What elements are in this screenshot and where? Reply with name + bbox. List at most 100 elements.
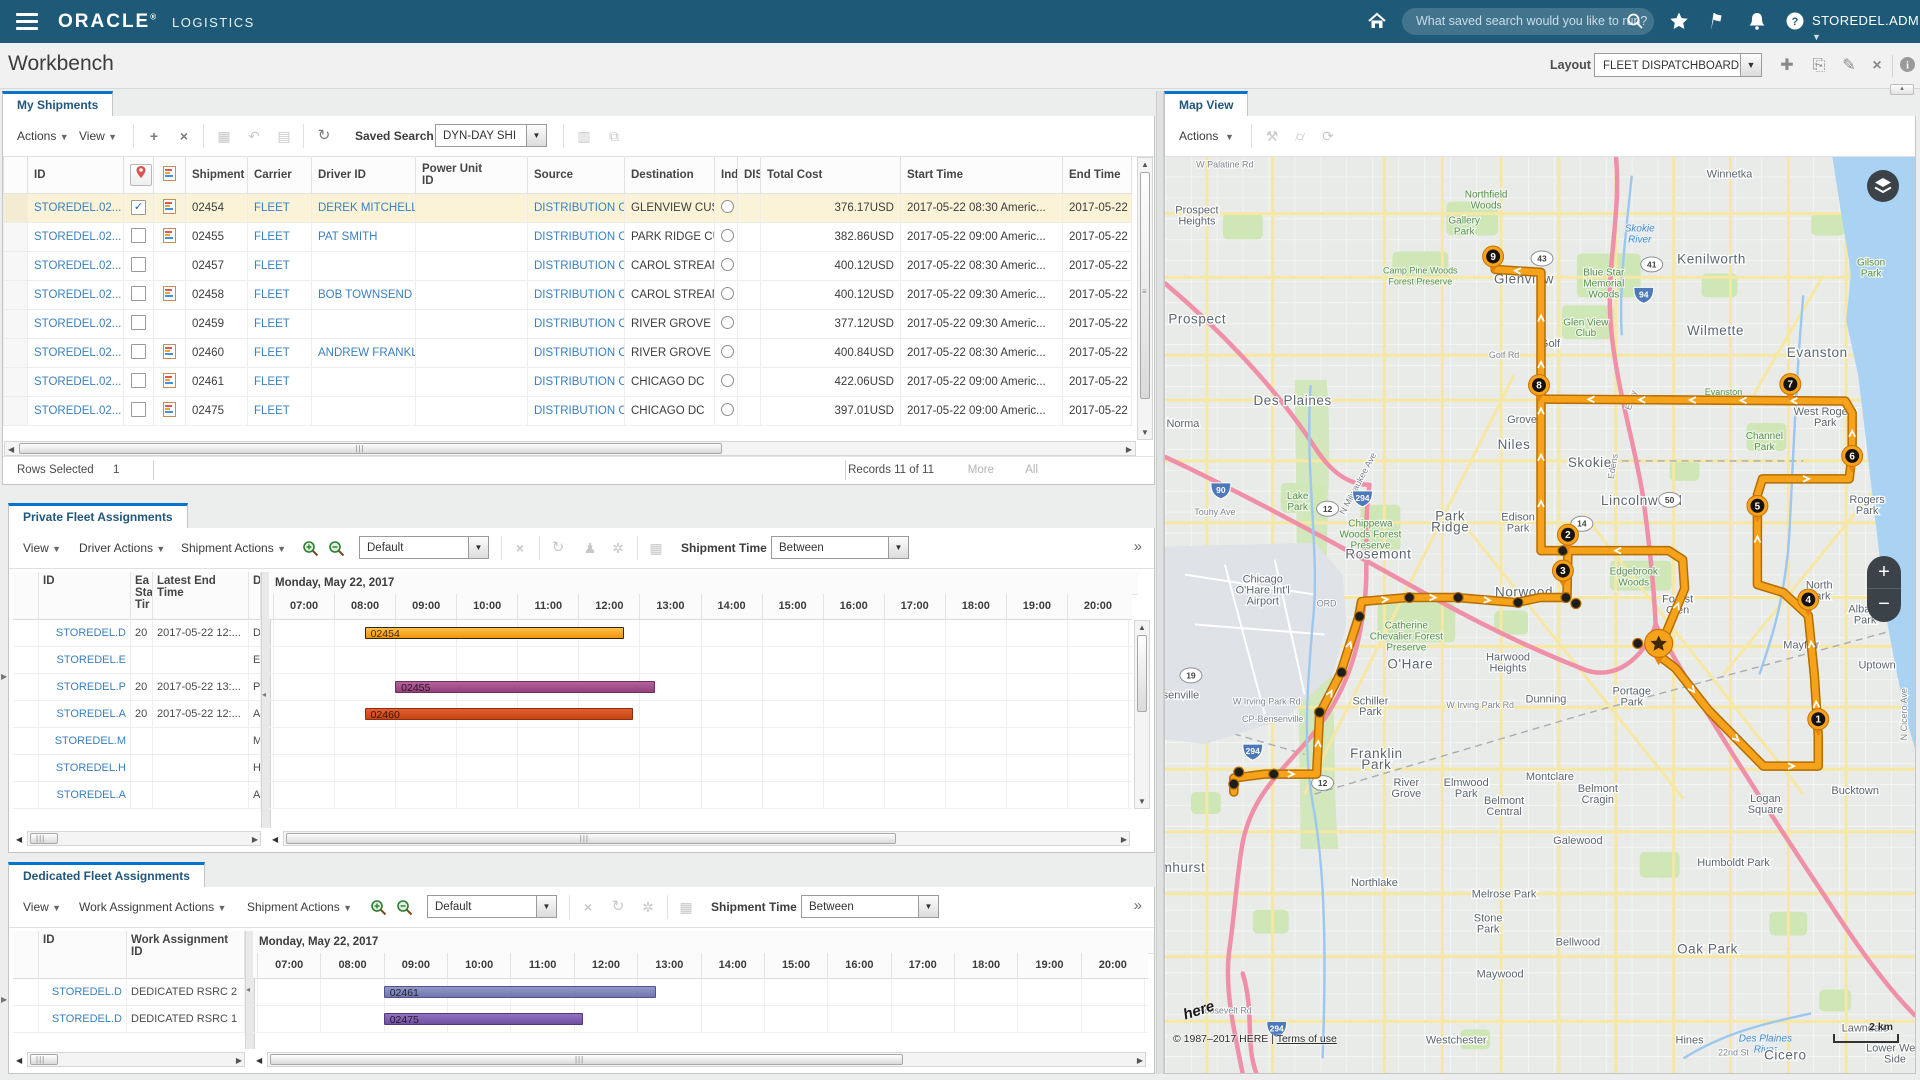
map-svg[interactable]: W Palatine RdProspectHeightsNorthfieldWo…	[1165, 157, 1915, 1073]
route-stop-dot[interactable]	[1561, 593, 1571, 603]
records-more-link[interactable]: More	[968, 464, 994, 476]
shipment-time-dropdown-icon[interactable]: ▼	[918, 895, 939, 918]
overflow-chevron[interactable]: »	[1134, 538, 1142, 555]
shipment-time-dropdown-icon[interactable]: ▼	[888, 536, 909, 559]
save-icon[interactable]: ▤	[275, 127, 293, 145]
edit-layout-icon[interactable]: ✎	[1838, 56, 1860, 76]
row-gutter[interactable]	[4, 309, 28, 338]
indicator-cell[interactable]	[715, 396, 738, 425]
source-link[interactable]: DISTRIBUTION CE...	[528, 251, 625, 280]
source-link[interactable]: DISTRIBUTION CE...	[528, 367, 625, 396]
clear-icon[interactable]: ×	[511, 539, 529, 557]
shipment-id-link[interactable]: STOREDEL.02...	[28, 280, 124, 309]
shipment-actions-menu[interactable]: Shipment Actions ▼	[181, 528, 286, 569]
gantt-grid-hscrollbar[interactable]: ◀|||▶	[27, 1052, 245, 1067]
carrier-link[interactable]: FLEET	[248, 309, 312, 338]
home-icon[interactable]	[1366, 10, 1390, 34]
indicator-cell[interactable]	[715, 222, 738, 251]
gantt-cell-id[interactable]: STOREDEL.D	[39, 1006, 127, 1033]
row-gutter[interactable]	[4, 338, 28, 367]
delete-icon[interactable]: ×	[175, 127, 193, 145]
gantt-cell[interactable]	[154, 251, 186, 280]
col-map-pin[interactable]	[124, 157, 154, 193]
driver-link[interactable]: DEREK MITCHELL	[312, 193, 416, 222]
gantt-preset-dropdown-icon[interactable]: ▼	[468, 536, 489, 559]
panel-splitter[interactable]	[1156, 91, 1164, 1074]
driver-link[interactable]: ANDREW FRANKLIN	[312, 338, 416, 367]
delete-layout-icon[interactable]: ×	[1866, 56, 1888, 76]
gantt-cell-id[interactable]: STOREDEL.A	[39, 701, 131, 728]
row-gutter[interactable]	[4, 222, 28, 251]
zoom-in-icon[interactable]	[369, 897, 387, 915]
carrier-link[interactable]: FLEET	[248, 251, 312, 280]
gantt-chart-area[interactable]: 0246102475	[253, 979, 1148, 1033]
gantt-col-id[interactable]: ID	[39, 572, 131, 620]
shipments-hscrollbar[interactable]: ◀ ||| ▶	[4, 441, 1136, 456]
saved-search-input[interactable]: What saved search would you like to run?	[1402, 8, 1654, 35]
shipment-time-select[interactable]: Between	[801, 895, 919, 918]
driver-link[interactable]	[312, 251, 416, 280]
indicator-radio[interactable]	[721, 403, 734, 416]
view-menu[interactable]: View ▼	[23, 887, 61, 928]
map-pin-cell[interactable]: ✓	[124, 193, 154, 222]
route-stop-dot[interactable]	[1234, 767, 1244, 777]
detach-table-icon[interactable]: ▦	[215, 127, 233, 145]
map-zoom-control[interactable]: + −	[1867, 556, 1901, 622]
map-recenter-icon[interactable]: ⟳	[1319, 127, 1337, 145]
gantt-grid-hscrollbar[interactable]: ◀|||▶	[27, 831, 261, 846]
indicator-radio[interactable]	[721, 200, 734, 213]
carrier-link[interactable]: FLEET	[248, 338, 312, 367]
map-binoculars-icon[interactable]: ⌭	[1291, 127, 1309, 145]
gantt-row[interactable]: STOREDEL.DDEDICATED RSRC 1	[13, 1006, 245, 1033]
route-stop-dot[interactable]	[1633, 638, 1643, 648]
view-menu[interactable]: View ▼	[23, 528, 61, 569]
indicator-radio[interactable]	[721, 229, 734, 242]
col-carrier[interactable]: Carrier	[248, 157, 312, 193]
tab-dedicated-fleet-assignments[interactable]: Dedicated Fleet Assignments	[8, 862, 205, 889]
gantt-col-latest-end-time[interactable]: Latest End Time	[153, 572, 249, 620]
clear-icon[interactable]: ×	[579, 898, 597, 916]
records-all-link[interactable]: All	[1025, 464, 1038, 476]
tab-private-fleet-assignments[interactable]: Private Fleet Assignments	[8, 503, 188, 530]
gantt-col-gutter[interactable]	[13, 931, 39, 979]
gantt-row[interactable]: STOREDEL.D202017-05-22 12:...D	[13, 620, 261, 647]
layout-dropdown-icon[interactable]: ▼	[1740, 53, 1762, 77]
gantt-cell[interactable]	[154, 338, 186, 367]
view-menu[interactable]: View ▼	[79, 116, 117, 157]
detach-icon[interactable]: ⧉	[605, 127, 623, 145]
row-gutter[interactable]	[4, 193, 28, 222]
indicator-radio[interactable]	[721, 345, 734, 358]
indicator-radio[interactable]	[721, 287, 734, 300]
gantt-cell-id[interactable]: STOREDEL.M	[39, 728, 131, 755]
map-pin-cell[interactable]	[124, 338, 154, 367]
actions-menu[interactable]: Actions ▼	[17, 116, 69, 157]
gantt-cell[interactable]	[154, 222, 186, 251]
gantt-col-earliest-start-time[interactable]: Ea Sta Tir	[131, 572, 153, 620]
shipment-id-link[interactable]: STOREDEL.02...	[28, 367, 124, 396]
driver-link[interactable]: PAT SMITH	[312, 222, 416, 251]
settings-gear-icon[interactable]: ✲	[609, 539, 627, 557]
carrier-link[interactable]: FLEET	[248, 222, 312, 251]
map-pin-cell[interactable]	[124, 222, 154, 251]
indicator-cell[interactable]	[715, 367, 738, 396]
table-row[interactable]: STOREDEL.02...02475FLEETDISTRIBUTION CE.…	[4, 396, 1132, 425]
map-pin-cell[interactable]	[124, 251, 154, 280]
add-layout-icon[interactable]: ✚	[1776, 56, 1798, 76]
indicator-cell[interactable]	[715, 309, 738, 338]
gantt-row[interactable]: STOREDEL.A202017-05-22 12:...A	[13, 701, 261, 728]
driver-assign-icon[interactable]: ♟	[581, 539, 599, 557]
left-edge-expander[interactable]: ▶	[1, 672, 7, 681]
carrier-link[interactable]: FLEET	[248, 396, 312, 425]
map-zoom-out-button[interactable]: −	[1867, 588, 1901, 619]
carrier-link[interactable]: FLEET	[248, 367, 312, 396]
indicator-cell[interactable]	[715, 251, 738, 280]
map-pin-cell[interactable]	[124, 280, 154, 309]
table-row[interactable]: STOREDEL.02...02459FLEETDISTRIBUTION CE.…	[4, 309, 1132, 338]
indicator-radio[interactable]	[721, 374, 734, 387]
map-zoom-in-button[interactable]: +	[1867, 556, 1901, 588]
driver-link[interactable]	[312, 367, 416, 396]
gantt-col-work-assignment-id[interactable]: Work Assignment ID	[127, 931, 245, 979]
zoom-out-icon[interactable]	[395, 897, 413, 915]
search-icon[interactable]	[1626, 12, 1650, 36]
gantt-bar-shipment-02461[interactable]: 02461	[384, 986, 656, 998]
